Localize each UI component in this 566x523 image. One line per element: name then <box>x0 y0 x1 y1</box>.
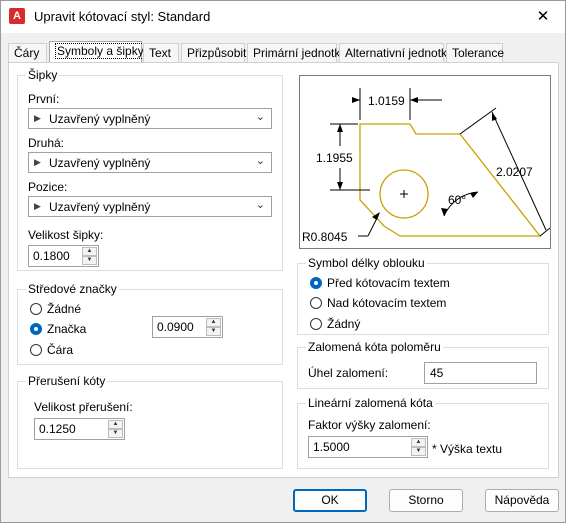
spin-down-icon[interactable]: ▼ <box>411 447 426 456</box>
first-arrow-value: Uzavřený vyplněný <box>49 112 151 126</box>
arrowhead-icon: ▶ <box>34 201 41 211</box>
radio-label: Čára <box>47 343 74 357</box>
tab-alternate-units[interactable]: Alternativní jednotky <box>339 43 453 62</box>
arc-length-title: Symbol délky oblouku <box>306 256 427 270</box>
title-bar: A Upravit kótovací styl: Standard ✕ <box>1 1 565 33</box>
leader-arrow-label: Pozice: <box>28 180 68 194</box>
spin-down-icon[interactable]: ▼ <box>206 327 221 336</box>
jog-height-spinner[interactable]: 1.5000 ▲ ▼ <box>308 436 428 458</box>
center-marks-title: Středové značky <box>26 282 119 296</box>
close-icon[interactable]: ✕ <box>521 1 565 33</box>
tab-symbols-arrows[interactable]: Symboly a šipky <box>49 41 146 63</box>
leader-arrow-value: Uzavřený vyplněný <box>49 200 151 214</box>
chevron-down-icon: ⌄ <box>255 111 265 123</box>
spin-up-icon[interactable]: ▲ <box>108 420 123 429</box>
radio-selected-icon <box>30 323 42 335</box>
radio-icon <box>30 303 42 315</box>
spin-up-icon[interactable]: ▲ <box>82 247 97 256</box>
radio-icon <box>310 297 322 309</box>
tab-panel: Šipky První: ▶ Uzavřený vyplněný ⌄ Druhá… <box>8 62 559 478</box>
dim-break-title: Přerušení kóty <box>26 374 108 388</box>
first-arrow-select[interactable]: ▶ Uzavřený vyplněný ⌄ <box>28 108 272 129</box>
arc-length-symbol-group: Symbol délky oblouku Před kótovacím text… <box>297 256 549 335</box>
leader-arrow-select[interactable]: ▶ Uzavřený vyplněný ⌄ <box>28 196 272 217</box>
arrow-size-spinner[interactable]: 0.1800 ▲ ▼ <box>28 245 99 267</box>
radius-jog-group: Zalomená kóta poloměru Úhel zalomení: 45 <box>297 340 549 389</box>
arrowhead-icon <box>337 124 343 132</box>
spin-down-icon[interactable]: ▼ <box>82 256 97 265</box>
cancel-button[interactable]: Storno <box>389 489 463 512</box>
center-mark-size-value: 0.0900 <box>157 320 194 334</box>
arrowhead-icon <box>372 212 380 220</box>
radio-selected-icon <box>310 277 322 289</box>
chevron-down-icon: ⌄ <box>255 155 265 167</box>
first-arrow-label: První: <box>28 92 60 106</box>
arrowhead-icon <box>337 182 343 190</box>
arrowhead-icon <box>352 97 360 103</box>
ext-line <box>459 107 497 135</box>
dim-top-text: 1.0159 <box>368 94 405 108</box>
radio-label: Značka <box>47 322 87 336</box>
ok-button[interactable]: OK <box>293 489 367 512</box>
ext-line <box>539 227 551 237</box>
style-preview: 1.0159 1.1955 2.0207 60° R0.8045 <box>299 75 551 249</box>
autocad-app-icon: A <box>9 8 25 24</box>
dim-left-text: 1.1955 <box>316 151 353 165</box>
break-size-label: Velikost přerušení: <box>34 400 133 414</box>
tab-fit[interactable]: Přizpůsobit <box>181 43 246 62</box>
radio-label: Před kótovacím textem <box>327 276 450 290</box>
arrowheads-title: Šipky <box>26 68 60 82</box>
help-button[interactable]: Nápověda <box>485 489 559 512</box>
jog-angle-value: 45 <box>430 366 444 380</box>
chevron-down-icon: ⌄ <box>255 199 265 211</box>
second-arrow-label: Druhá: <box>28 136 65 150</box>
spin-up-icon[interactable]: ▲ <box>206 318 221 327</box>
radius-jog-title: Zalomená kóta poloměru <box>306 340 443 354</box>
arrowhead-icon <box>410 97 418 103</box>
spin-down-icon[interactable]: ▼ <box>108 429 123 438</box>
radio-icon <box>310 318 322 330</box>
radio-label: Žádné <box>47 302 82 316</box>
arrow-size-value: 0.1800 <box>33 249 70 263</box>
angle-text: 60° <box>448 193 466 207</box>
radio-label: Žádný <box>327 317 361 331</box>
dim-break-group: Přerušení kóty Velikost přerušení: 0.125… <box>17 374 283 469</box>
center-mark-size-spinner[interactable]: 0.0900 ▲ ▼ <box>152 316 223 338</box>
jog-height-label: Faktor výšky zalomení: <box>308 418 431 432</box>
arrow-size-label: Velikost šipky: <box>28 228 104 242</box>
arrowheads-group: Šipky První: ▶ Uzavřený vyplněný ⌄ Druhá… <box>17 68 283 271</box>
center-marks-group: Středové značky Žádné Značka Čára 0.0900… <box>17 282 283 365</box>
spin-up-icon[interactable]: ▲ <box>411 438 426 447</box>
second-arrow-select[interactable]: ▶ Uzavřený vyplněný ⌄ <box>28 152 272 173</box>
tab-lines[interactable]: Čáry <box>8 43 47 62</box>
jog-height-suffix: * Výška textu <box>432 442 503 456</box>
break-size-spinner[interactable]: 0.1250 ▲ ▼ <box>34 418 125 440</box>
linear-jog-group: Lineární zalomená kóta Faktor výšky zalo… <box>297 396 549 469</box>
jog-angle-input[interactable]: 45 <box>424 362 537 384</box>
linear-jog-title: Lineární zalomená kóta <box>306 396 435 410</box>
tab-tolerances[interactable]: Tolerance <box>446 43 504 62</box>
second-arrow-value: Uzavřený vyplněný <box>49 156 151 170</box>
part-outline <box>359 123 542 237</box>
tab-text[interactable]: Text <box>143 43 179 62</box>
radio-icon <box>30 344 42 356</box>
jog-height-value: 1.5000 <box>313 440 350 454</box>
radio-label: Nad kótovacím textem <box>327 296 447 310</box>
dim-right-text: 2.0207 <box>496 165 533 179</box>
arrowhead-icon <box>492 112 497 121</box>
jog-angle-label: Úhel zalomení: <box>308 366 389 380</box>
arrowhead-icon: ▶ <box>34 113 41 123</box>
dimension-preview-drawing: 1.0159 1.1955 2.0207 60° R0.8045 <box>302 88 551 244</box>
dialog-window: A Upravit kótovací styl: Standard ✕ Čáry… <box>0 0 566 523</box>
break-size-value: 0.1250 <box>39 422 76 436</box>
arrowhead-icon: ▶ <box>34 157 41 167</box>
arrowhead-icon <box>441 208 448 216</box>
window-title: Upravit kótovací styl: Standard <box>34 9 211 24</box>
arrowhead-icon <box>470 192 478 198</box>
tab-primary-units[interactable]: Primární jednotky <box>247 43 346 62</box>
radius-text: R0.8045 <box>302 230 348 244</box>
